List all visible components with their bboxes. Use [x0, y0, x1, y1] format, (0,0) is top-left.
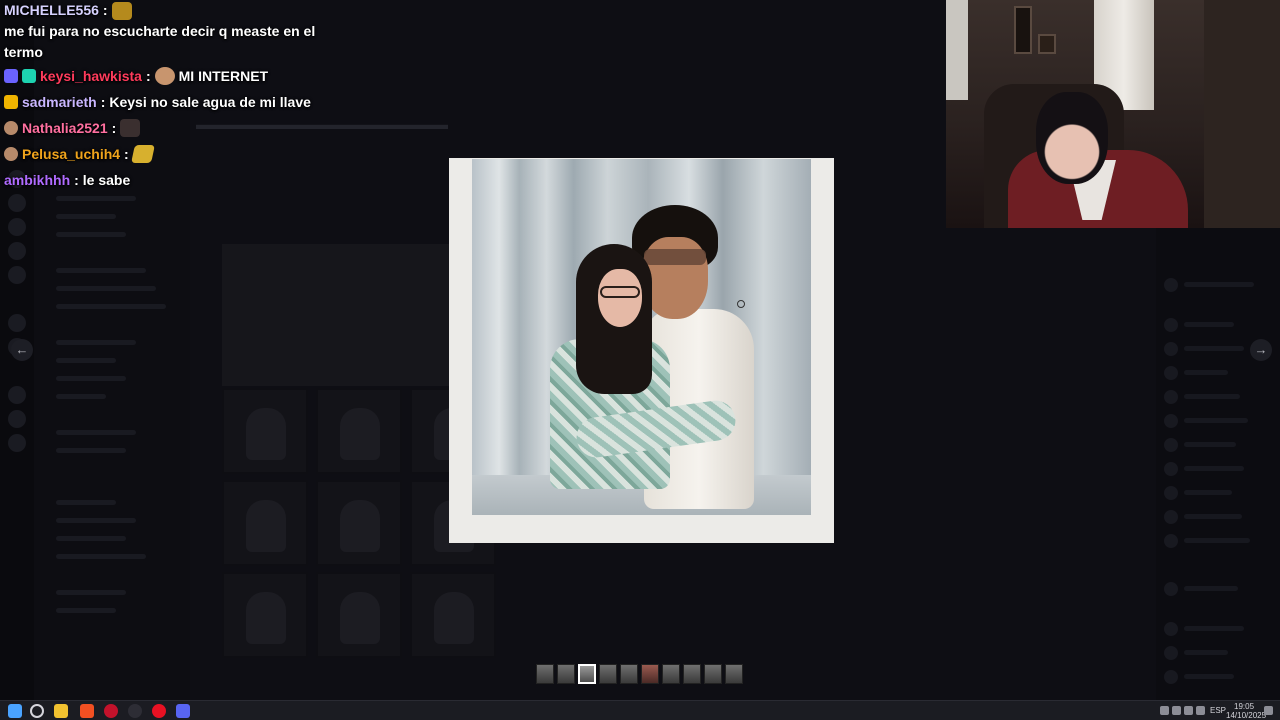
chat-username: keysi_hawkista [40, 68, 142, 84]
zoom-cursor-icon [737, 300, 745, 308]
thumbnail[interactable] [599, 664, 617, 684]
clock-date[interactable]: 14/10/2025 [1226, 712, 1266, 720]
thumbnail[interactable] [620, 664, 638, 684]
mic-icon[interactable] [1172, 706, 1181, 715]
gift-badge-icon [22, 69, 36, 83]
chat-text: Keysi no sale agua de mi llave [109, 94, 311, 110]
avatar-badge-icon [4, 147, 18, 161]
clock-time[interactable]: 19:05 [1234, 703, 1254, 711]
emote-icon [111, 1, 132, 20]
chat-text: me fui para no escucharte decir q measte… [4, 23, 316, 60]
thumbnail[interactable] [683, 664, 701, 684]
thumbnail-strip [536, 664, 743, 684]
network-icon[interactable] [1196, 706, 1205, 715]
webcam-overlay [946, 0, 1280, 228]
chat-separator: : [124, 146, 129, 162]
chat-username: ambikhhh [4, 172, 71, 188]
chat-text: le sabe [82, 172, 131, 188]
chat-message: MICHELLE556 : me fui para no escucharte … [4, 0, 344, 63]
subscriber-badge-icon [4, 69, 18, 83]
taskbar: ESP 19:05 14/10/2025 [0, 700, 1280, 720]
crown-badge-icon [4, 95, 18, 109]
lightbox-image[interactable] [449, 158, 834, 543]
chat-text: MI INTERNET [178, 68, 269, 84]
emote-icon [154, 67, 175, 85]
previous-image-button[interactable]: ← [11, 339, 33, 361]
file-explorer-icon[interactable] [54, 704, 68, 718]
language-indicator[interactable]: ESP [1210, 707, 1226, 715]
search-icon[interactable] [30, 704, 44, 718]
chat-message: Pelusa_uchih4 : [4, 141, 344, 167]
thumbnail-active[interactable] [578, 664, 596, 684]
chat-message: keysi_hawkista : MI INTERNET [4, 63, 344, 89]
record-icon[interactable] [152, 704, 166, 718]
chat-separator: : [74, 172, 79, 188]
stream-chat: MICHELLE556 : me fui para no escucharte … [4, 0, 344, 193]
emote-icon [130, 145, 155, 163]
obs-icon[interactable] [128, 704, 142, 718]
chat-separator: : [111, 120, 117, 136]
thumbnail[interactable] [641, 664, 659, 684]
chat-separator: : [102, 2, 108, 18]
polaroid-photo [472, 159, 811, 515]
chat-username: Nathalia2521 [22, 120, 108, 136]
thumbnail[interactable] [662, 664, 680, 684]
chat-username: Pelusa_uchih4 [22, 146, 121, 162]
chat-message: Nathalia2521 : [4, 115, 344, 141]
avatar-badge-icon [4, 121, 18, 135]
chat-username: MICHELLE556 [4, 2, 99, 18]
member-list [1156, 228, 1280, 700]
chat-message: ambikhhh : le sabe [4, 167, 344, 193]
opera-icon[interactable] [104, 704, 118, 718]
chat-username: sadmarieth [22, 94, 97, 110]
notification-icon[interactable] [1264, 706, 1273, 715]
chat-separator: : [145, 68, 151, 84]
thumbnail[interactable] [536, 664, 554, 684]
discord-icon[interactable] [176, 704, 190, 718]
next-image-button[interactable]: → [1250, 339, 1272, 361]
chevron-up-icon[interactable] [1160, 706, 1169, 715]
brave-browser-icon[interactable] [80, 704, 94, 718]
screen: ▬▬▬▬▬▬▬▬▬▬▬▬▬▬▬▬▬▬ MICHELLE556 : me fui … [0, 0, 1280, 720]
thumbnail[interactable] [557, 664, 575, 684]
thumbnail[interactable] [704, 664, 722, 684]
chat-message: sadmarieth : Keysi no sale agua de mi ll… [4, 89, 344, 115]
bluetooth-icon[interactable] [1184, 706, 1193, 715]
thumbnail[interactable] [725, 664, 743, 684]
chat-separator: : [100, 94, 106, 110]
windows-start-icon[interactable] [8, 704, 22, 718]
emote-icon [120, 119, 141, 137]
